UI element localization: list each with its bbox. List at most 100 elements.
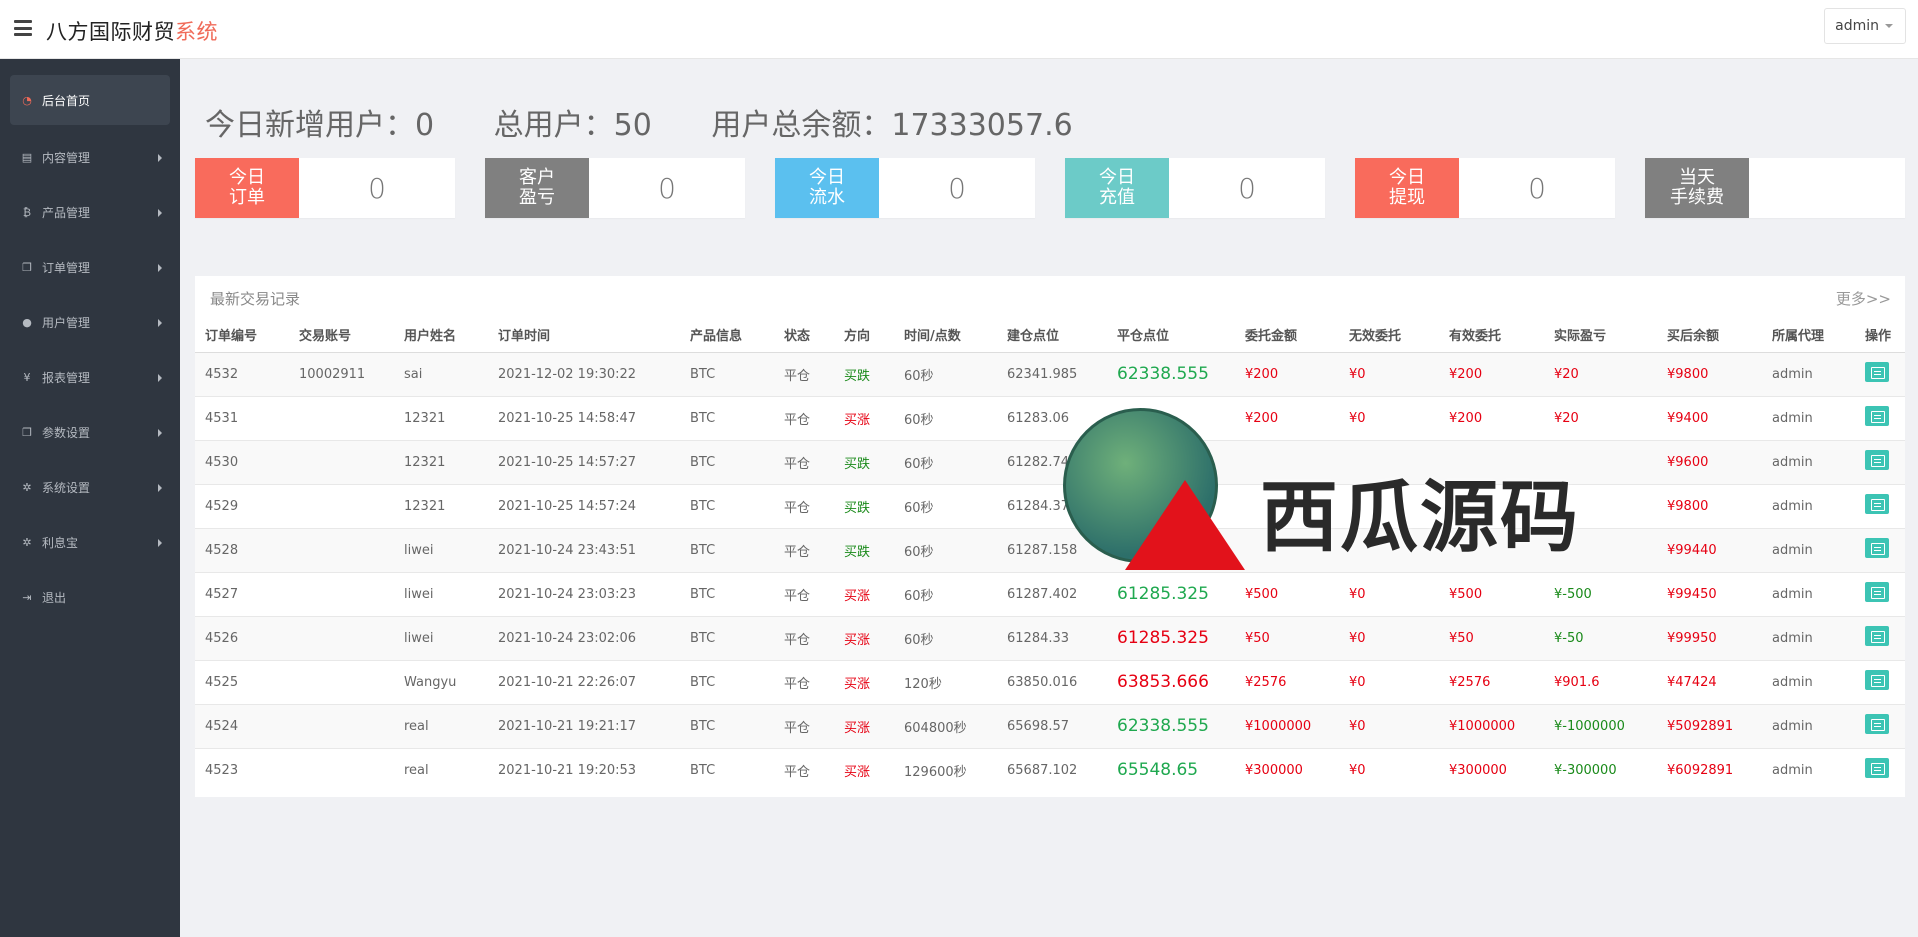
gears-icon: ✲ [22, 481, 32, 494]
table-cell: ¥9400 [1657, 395, 1762, 440]
table-cell: 2021-10-24 23:43:51 [488, 527, 680, 572]
table-cell: 61283.06 [997, 395, 1107, 440]
column-header: 订单编号 [195, 318, 289, 353]
column-header: 时间/点数 [894, 318, 997, 353]
sidebar-item-1[interactable]: ▤ 内容管理 [10, 130, 170, 185]
table-cell [289, 659, 394, 704]
table-cell: 4531 [195, 395, 289, 440]
table-row: 4527 liwei 2021-10-24 23:03:23 BTC 平仓 买涨 60秒 61… [195, 571, 1905, 616]
table-row: 4529 12321 2021-10-25 14:57:24 BTC 平仓 买跌 60秒 61… [195, 483, 1905, 528]
sidebar-item-0[interactable]: ◔ 后台首页 [10, 75, 170, 125]
view-detail-icon[interactable] [1865, 362, 1889, 382]
sidebar-item-5[interactable]: ¥ 报表管理 [10, 350, 170, 405]
table-cell: 60秒 [894, 571, 997, 616]
table-cell [1107, 527, 1235, 572]
table-cell: real [394, 747, 488, 792]
sidebar-item-8[interactable]: ✲ 利息宝 [10, 515, 170, 570]
stat-card-3: 今日 充值 0 [1065, 158, 1325, 218]
sidebar-item-7[interactable]: ✲ 系统设置 [10, 460, 170, 515]
table-cell: ¥1000000 [1439, 703, 1544, 748]
table-cell: ¥99440 [1657, 527, 1762, 572]
column-header: 买后余额 [1657, 318, 1762, 353]
table-cell: ¥50 [1235, 615, 1339, 660]
table-cell [1855, 615, 1905, 660]
table-cell: 平仓 [774, 483, 834, 528]
table-cell: BTC [680, 395, 774, 440]
table-cell: 2021-12-02 19:30:22 [488, 351, 680, 396]
new-users-today: 今日新增用户：0 [205, 108, 435, 143]
table-cell: ¥5092891 [1657, 703, 1762, 748]
view-detail-icon[interactable] [1865, 582, 1889, 602]
stat-value: 0 [368, 171, 386, 205]
sidebar-item-9[interactable]: ⇥ 退出 [10, 570, 170, 625]
table-cell: BTC [680, 659, 774, 704]
sidebar-item-label: 参数设置 [42, 426, 91, 440]
table-cell: 4529 [195, 483, 289, 528]
view-detail-icon[interactable] [1865, 758, 1889, 779]
chevron-right-icon [158, 208, 162, 217]
table-cell: ¥200 [1439, 395, 1544, 440]
user-icon: ● [22, 316, 32, 329]
table-cell [1339, 483, 1439, 528]
table-cell: ¥0 [1339, 747, 1439, 792]
table-cell [1235, 483, 1339, 528]
table-cell: 65698.57 [997, 703, 1107, 748]
sidebar-item-label: 后台首页 [42, 93, 91, 108]
menu-toggle-icon[interactable] [14, 20, 32, 36]
chevron-right-icon [158, 428, 162, 437]
table-cell: admin [1762, 747, 1855, 792]
table-cell: 62341.985 [997, 351, 1107, 396]
table-cell: 61284.33 [997, 615, 1107, 660]
view-detail-icon[interactable] [1865, 450, 1889, 470]
table-cell: 2021-10-25 14:57:27 [488, 439, 680, 484]
table-cell: admin [1762, 659, 1855, 704]
more-link[interactable]: 更多>> [1836, 288, 1891, 309]
table-cell: ¥0 [1339, 351, 1439, 396]
stat-card-0: 今日 订单 0 [195, 158, 455, 218]
sidebar-item-4[interactable]: ● 用户管理 [10, 295, 170, 350]
table-cell: 买涨 [834, 747, 894, 792]
view-detail-icon[interactable] [1865, 626, 1889, 646]
chevron-right-icon [158, 318, 162, 327]
table-cell: sai [394, 351, 488, 396]
table-cell: liwei [394, 615, 488, 660]
table-cell: ¥200 [1235, 395, 1339, 440]
stat-card-5: 当天 手续费 [1645, 158, 1905, 218]
table-row: 4524 real 2021-10-21 19:21:17 BTC 平仓 买涨 604800… [195, 703, 1905, 748]
table-cell: ¥500 [1235, 571, 1339, 616]
table-cell: 12321 [394, 395, 488, 440]
user-menu-button[interactable]: admin [1824, 8, 1906, 44]
table-cell: Wangyu [394, 659, 488, 704]
table-cell [1855, 439, 1905, 484]
table-cell [1339, 527, 1439, 572]
table-cell [289, 703, 394, 748]
chevron-right-icon [158, 538, 162, 547]
column-header: 交易账号 [289, 318, 394, 353]
table-cell: 60秒 [894, 439, 997, 484]
table-row: 4530 12321 2021-10-25 14:57:27 BTC 平仓 买跌 60秒 61… [195, 439, 1905, 484]
table-cell: real [394, 703, 488, 748]
table-cell [1107, 439, 1235, 484]
stat-card-1: 客户 盈亏 0 [485, 158, 745, 218]
view-detail-icon[interactable] [1865, 538, 1889, 558]
table-cell [289, 747, 394, 792]
stat-card-4: 今日 提现 0 [1355, 158, 1615, 218]
table-cell [289, 615, 394, 660]
table-cell: 买涨 [834, 659, 894, 704]
table-cell: admin [1762, 395, 1855, 440]
table-cell: ¥-1000000 [1544, 703, 1657, 748]
sidebar-item-3[interactable]: ❐ 订单管理 [10, 240, 170, 295]
view-detail-icon[interactable] [1865, 714, 1889, 734]
view-detail-icon[interactable] [1865, 406, 1889, 426]
table-cell: ¥9800 [1657, 351, 1762, 396]
table-cell [1439, 483, 1544, 528]
table-cell [1855, 571, 1905, 616]
sidebar-item-2[interactable]: ₿ 产品管理 [10, 185, 170, 240]
sidebar-item-6[interactable]: ❐ 参数设置 [10, 405, 170, 460]
stat-label: 今日 订单 [195, 158, 299, 218]
table-row: 4532 10002911 sai 2021-12-02 19:30:22 BTC 平仓买… [195, 351, 1905, 396]
view-detail-icon[interactable] [1865, 494, 1889, 514]
view-detail-icon[interactable] [1865, 670, 1889, 690]
table-cell: admin [1762, 703, 1855, 748]
table-cell: 平仓 [774, 747, 834, 792]
